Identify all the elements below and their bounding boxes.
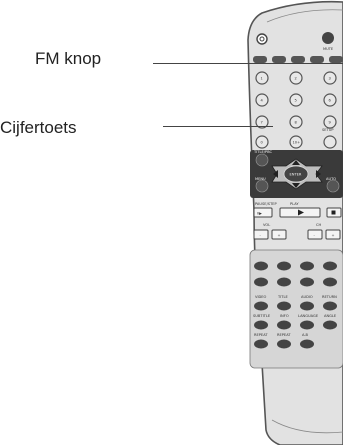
number-key-label: 10+	[293, 141, 301, 145]
grid-button	[300, 320, 314, 330]
grid-button	[300, 261, 314, 271]
grid-label: INFO	[280, 314, 289, 318]
grid-label: ANGLE	[324, 314, 337, 318]
grid-button	[300, 339, 314, 349]
grid-button	[323, 261, 337, 271]
play-label: PLAY	[290, 202, 299, 206]
grid-button	[254, 301, 268, 311]
number-key	[323, 135, 337, 149]
cijfertoets-leader-line	[163, 126, 273, 127]
menu-label: MENU	[255, 177, 266, 181]
top-row-button	[272, 56, 286, 63]
grid-label: REPEAT	[254, 333, 268, 337]
grid-button	[277, 277, 291, 287]
cijfertoets-label: Cijfertoets	[0, 118, 77, 137]
enter-label: ENTER	[290, 173, 302, 177]
auto-label: AUTO	[326, 177, 336, 181]
grid-button	[323, 277, 337, 287]
grid-button	[300, 301, 314, 311]
grid-button	[300, 277, 314, 287]
ch-label: CH	[316, 223, 322, 227]
grid-button	[254, 320, 268, 330]
grid-label: RETURN	[322, 295, 337, 299]
grid-label: LANGUAGE	[298, 314, 319, 318]
vol-minus-button	[253, 229, 269, 240]
fm-button	[253, 56, 267, 63]
grid-button	[254, 261, 268, 271]
plus-glyph: +	[332, 234, 335, 238]
top-row-button	[329, 56, 343, 63]
number-key-label: 3	[329, 77, 331, 81]
grid-label: AUDIO	[301, 295, 313, 299]
mute-button	[322, 32, 334, 44]
mute-label: MUTE	[323, 47, 334, 51]
grid-label: VIDEO	[255, 295, 267, 299]
grid-button	[254, 339, 268, 349]
vol-label: VOL	[263, 223, 270, 227]
fm-knop-label: FM knop	[35, 49, 102, 68]
pause-label: PAUSE/STEP	[255, 202, 278, 206]
title-button	[255, 153, 269, 167]
grid-label: SUBTITLE	[253, 314, 271, 318]
top-row-button	[291, 56, 305, 63]
plus-glyph: +	[278, 234, 281, 238]
menu-button	[255, 179, 269, 193]
grid-button	[254, 277, 268, 287]
number-key-label: 7	[261, 121, 263, 125]
stop-icon	[331, 210, 336, 215]
grid-button	[277, 261, 291, 271]
grid-button	[323, 301, 337, 311]
grid-button	[277, 320, 291, 330]
auto-button	[326, 179, 340, 193]
ch-minus-button	[307, 229, 323, 240]
number-key-label: 1	[261, 77, 263, 81]
fm-knop-leader-line	[153, 63, 343, 64]
number-key-label: 5	[295, 99, 297, 103]
top-row-button	[310, 56, 324, 63]
grid-button	[277, 339, 291, 349]
title-label: TITLE/PBC	[253, 150, 273, 154]
grid-label: TITLE	[277, 295, 288, 299]
power-icon	[256, 33, 268, 45]
grid-button	[323, 320, 337, 330]
grid-label: A-B	[302, 333, 309, 337]
grid-label: REPEAT	[277, 333, 291, 337]
number-key-label: 2	[295, 77, 297, 81]
pause-glyph: II▶	[257, 212, 262, 216]
grid-button	[277, 301, 291, 311]
setup-label: SETUP	[322, 128, 334, 132]
